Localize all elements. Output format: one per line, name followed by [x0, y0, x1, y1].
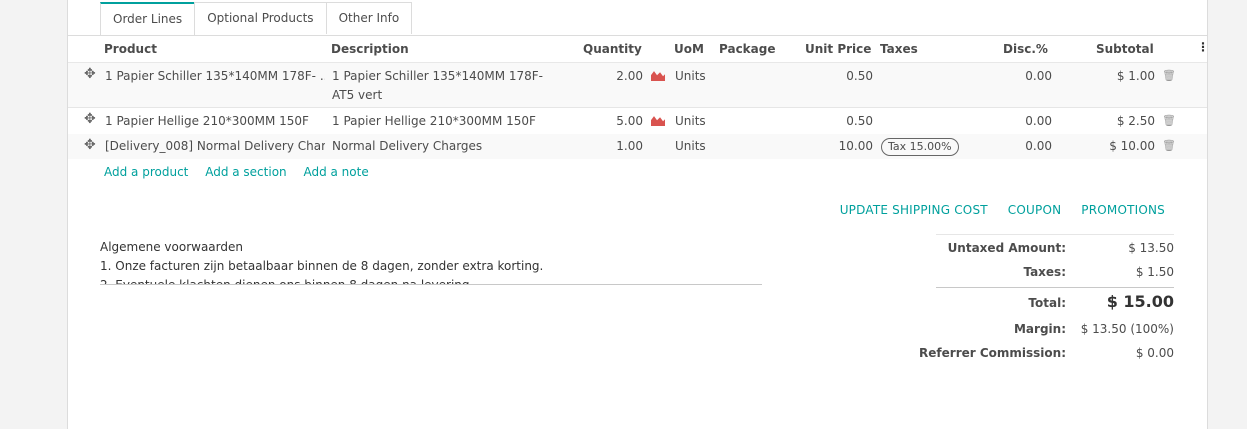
coupon-button[interactable]: COUPON	[1008, 203, 1061, 217]
total-value: $ 15.00	[1106, 292, 1174, 311]
tab-order-lines[interactable]: Order Lines	[100, 2, 196, 35]
taxes-line: Taxes: $ 1.50	[936, 259, 1174, 283]
margin-line: Margin: $ 13.50 (100%)	[936, 316, 1174, 340]
tax-badge: Tax 15.00%	[881, 138, 959, 156]
line-subtotal: $ 1.00	[1116, 69, 1155, 83]
column-quantity[interactable]: Quantity	[583, 42, 642, 56]
line-uom: Units	[675, 114, 706, 128]
column-uom[interactable]: UoM	[674, 42, 704, 56]
table-row[interactable]: ✥ 1 Papier Hellige 210*300MM 150F 1 Papi…	[68, 108, 1207, 133]
margin-label: Margin:	[1013, 322, 1066, 336]
taxes-value: $ 1.50	[1135, 265, 1174, 279]
taxes-label: Taxes:	[1023, 265, 1066, 279]
line-subtotal: $ 10.00	[1109, 139, 1155, 153]
update-shipping-cost-button[interactable]: UPDATE SHIPPING COST	[840, 203, 988, 217]
trash-icon[interactable]: 🗑	[1162, 69, 1176, 82]
column-package[interactable]: Package	[719, 42, 776, 56]
line-subtotal: $ 2.50	[1116, 114, 1155, 128]
line-description: 1 Papier Schiller 135*140MM 178F-	[332, 69, 544, 83]
total-label: Total:	[1028, 296, 1066, 310]
column-unit-price[interactable]: Unit Price	[805, 42, 871, 56]
line-quantity: 1.00	[616, 139, 643, 153]
add-product-link[interactable]: Add a product	[104, 165, 188, 179]
column-options-icon[interactable]: ⋮	[1197, 40, 1209, 54]
line-description: Normal Delivery Charges	[332, 139, 483, 153]
line-discount: 0.00	[1025, 69, 1052, 83]
line-description-2: AT5 vert	[332, 88, 383, 102]
add-line-links: Add a product Add a section Add a note	[104, 165, 382, 179]
line-quantity: 5.00	[616, 114, 643, 128]
forecast-chart-icon[interactable]	[651, 115, 665, 126]
drag-handle-icon[interactable]: ✥	[84, 111, 96, 127]
column-subtotal[interactable]: Subtotal	[1096, 42, 1154, 56]
referrer-commission-line: Referrer Commission: $ 0.00	[919, 340, 1174, 364]
table-row[interactable]: ✥ [Delivery_008] Normal Delivery Char...…	[68, 134, 1207, 159]
add-section-link[interactable]: Add a section	[205, 165, 286, 179]
line-unit-price: 0.50	[846, 114, 873, 128]
referrer-commission-value: $ 0.00	[1135, 346, 1174, 360]
margin-value: $ 13.50 (100%)	[1080, 322, 1174, 336]
add-note-link[interactable]: Add a note	[303, 165, 368, 179]
trash-icon[interactable]: 🗑	[1162, 139, 1176, 152]
untaxed-amount-line: Untaxed Amount: $ 13.50	[936, 234, 1174, 259]
column-product[interactable]: Product	[104, 42, 157, 56]
line-product: 1 Papier Schiller 135*140MM 178F- ...	[105, 69, 325, 83]
line-quantity: 2.00	[616, 69, 643, 83]
trash-icon[interactable]: 🗑	[1162, 114, 1176, 127]
tab-other-info[interactable]: Other Info	[325, 2, 413, 34]
line-discount: 0.00	[1025, 114, 1052, 128]
line-discount: 0.00	[1025, 139, 1052, 153]
drag-handle-icon[interactable]: ✥	[84, 137, 96, 153]
column-discount[interactable]: Disc.%	[1003, 42, 1048, 56]
tab-optional-products[interactable]: Optional Products	[194, 2, 327, 34]
column-description[interactable]: Description	[331, 42, 409, 56]
line-uom: Units	[675, 139, 706, 153]
line-unit-price: 0.50	[846, 69, 873, 83]
promotions-button[interactable]: PROMOTIONS	[1081, 203, 1165, 217]
drag-handle-icon[interactable]: ✥	[84, 66, 96, 82]
order-totals: Untaxed Amount: $ 13.50 Taxes: $ 1.50 To…	[919, 234, 1174, 364]
table-row[interactable]: ✥ 1 Papier Schiller 135*140MM 178F- ... …	[68, 63, 1207, 108]
sale-order-sheet: Order Lines Optional Products Other Info…	[67, 0, 1209, 429]
untaxed-amount-label: Untaxed Amount:	[947, 241, 1066, 255]
notebook-tabs: Order Lines Optional Products Other Info	[100, 2, 413, 35]
referrer-commission-label: Referrer Commission:	[919, 346, 1066, 360]
line-uom: Units	[675, 69, 706, 83]
line-unit-price: 10.00	[838, 139, 873, 153]
total-line: Total: $ 15.00	[936, 287, 1174, 316]
order-action-buttons: UPDATE SHIPPING COST COUPON PROMOTIONS	[840, 203, 1165, 217]
forecast-chart-icon[interactable]	[651, 70, 665, 81]
line-description: 1 Papier Hellige 210*300MM 150F	[332, 114, 536, 128]
line-product: [Delivery_008] Normal Delivery Char...	[105, 139, 325, 153]
untaxed-amount-value: $ 13.50	[1128, 241, 1174, 255]
line-product: 1 Papier Hellige 210*300MM 150F	[105, 114, 309, 128]
column-taxes[interactable]: Taxes	[880, 42, 918, 56]
terms-and-conditions-field[interactable]: Algemene voorwaarden 1. Onze facturen zi…	[100, 238, 762, 285]
order-lines-header: Product Description Quantity UoM Package…	[68, 36, 1209, 63]
